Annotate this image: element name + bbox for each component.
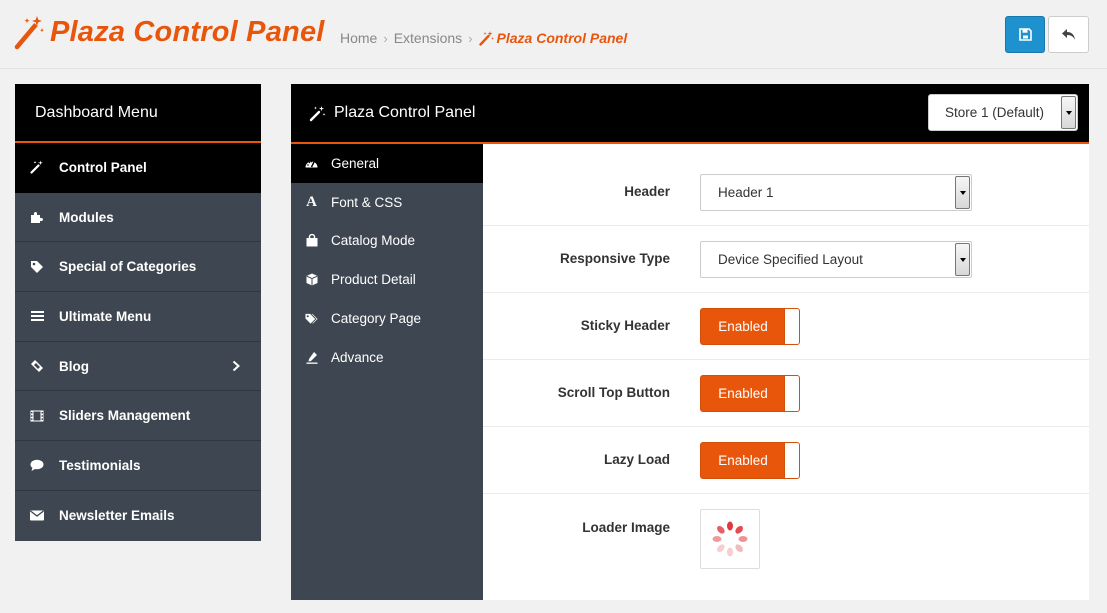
ticket-icon bbox=[30, 359, 44, 373]
reply-arrow-icon bbox=[1062, 29, 1075, 40]
loader-image-label: Loader Image bbox=[582, 520, 670, 535]
toggle-state: Enabled bbox=[718, 453, 768, 468]
page-title: Plaza Control Panel bbox=[50, 15, 325, 48]
tab-product-detail[interactable]: Product Detail bbox=[291, 260, 483, 299]
sidebar-item-blog[interactable]: Blog bbox=[15, 342, 261, 392]
lazy-load-toggle[interactable]: Enabled bbox=[700, 442, 800, 479]
scroll-top-button-label: Scroll Top Button bbox=[557, 385, 670, 400]
sidebar-item-label: Blog bbox=[59, 358, 89, 374]
sidebar-item-label: Modules bbox=[59, 209, 114, 225]
store-select-value: Store 1 (Default) bbox=[945, 105, 1045, 120]
tags-icon bbox=[305, 312, 318, 325]
tab-category-page[interactable]: Category Page bbox=[291, 299, 483, 338]
form-row-sticky-header: Sticky Header Enabled bbox=[483, 293, 1089, 360]
tab-general[interactable]: General bbox=[291, 144, 483, 183]
toggle-knob bbox=[784, 309, 799, 344]
store-select[interactable]: Store 1 (Default) bbox=[928, 94, 1078, 131]
sidebar-item-testimonials[interactable]: Testimonials bbox=[15, 441, 261, 491]
floppy-disk-icon bbox=[1018, 28, 1032, 41]
responsive-type-select[interactable]: Device Specified Layout bbox=[700, 241, 972, 278]
tab-advance[interactable]: Advance bbox=[291, 338, 483, 377]
breadcrumb-separator: › bbox=[383, 30, 388, 46]
sidebar-item-control-panel[interactable]: Control Panel bbox=[15, 143, 261, 193]
spinner-icon bbox=[712, 521, 748, 557]
tab-label: Category Page bbox=[331, 311, 422, 327]
font-icon: A bbox=[306, 193, 317, 210]
tag-icon bbox=[30, 260, 44, 274]
sidebar-item-label: Testimonials bbox=[59, 457, 141, 473]
shopping-bag-icon bbox=[305, 234, 318, 247]
breadcrumb: Home › Extensions › Plaza Control Panel bbox=[340, 30, 627, 46]
tab-label: Advance bbox=[331, 349, 384, 365]
dropdown-arrow-icon bbox=[955, 243, 970, 276]
loader-image-thumbnail[interactable] bbox=[700, 509, 760, 569]
header-select[interactable]: Header 1 bbox=[700, 174, 972, 211]
puzzle-icon bbox=[30, 210, 44, 224]
toggle-knob bbox=[784, 376, 799, 411]
toggle-knob bbox=[784, 443, 799, 478]
tab-catalog-mode[interactable]: Catalog Mode bbox=[291, 222, 483, 261]
breadcrumb-current[interactable]: Plaza Control Panel bbox=[478, 30, 628, 46]
form-row-scroll-top-button: Scroll Top Button Enabled bbox=[483, 360, 1089, 427]
toggle-state: Enabled bbox=[718, 319, 768, 334]
sidebar-item-ultimate-menu[interactable]: Ultimate Menu bbox=[15, 292, 261, 342]
panel-header: Plaza Control Panel Store 1 (Default) bbox=[291, 84, 1089, 144]
general-settings-form: Header Header 1 Responsive Type Device S… bbox=[483, 144, 1089, 600]
chevron-right-icon bbox=[232, 360, 240, 372]
magic-wand-icon bbox=[30, 160, 44, 174]
responsive-type-select-value: Device Specified Layout bbox=[718, 252, 863, 267]
tab-label: General bbox=[331, 155, 380, 171]
dashboard-menu-title: Dashboard Menu bbox=[15, 84, 261, 143]
dropdown-arrow-icon bbox=[955, 176, 970, 209]
form-row-responsive-type: Responsive Type Device Specified Layout bbox=[483, 226, 1089, 293]
magic-wand-icon bbox=[309, 105, 326, 121]
lazy-load-label: Lazy Load bbox=[603, 452, 670, 467]
envelope-icon bbox=[30, 509, 44, 523]
sticky-header-label: Sticky Header bbox=[580, 318, 670, 333]
tab-label: Font & CSS bbox=[331, 194, 403, 210]
dropdown-arrow-icon bbox=[1061, 96, 1076, 129]
cube-icon bbox=[305, 273, 318, 286]
comment-icon bbox=[30, 458, 44, 472]
brand: Plaza Control Panel bbox=[14, 14, 325, 50]
magic-wand-icon bbox=[14, 16, 44, 50]
dashboard-menu: Dashboard Menu Control Panel Modules Spe… bbox=[15, 84, 261, 541]
bars-icon bbox=[30, 309, 44, 323]
sidebar-item-label: Special of Categories bbox=[59, 259, 197, 275]
responsive-type-label: Responsive Type bbox=[559, 251, 670, 266]
breadcrumb-extensions[interactable]: Extensions bbox=[394, 30, 462, 46]
breadcrumb-current-label: Plaza Control Panel bbox=[496, 30, 628, 46]
tab-label: Product Detail bbox=[331, 272, 416, 288]
header-label: Header bbox=[624, 184, 670, 199]
film-icon bbox=[30, 409, 44, 423]
sidebar-item-label: Ultimate Menu bbox=[59, 308, 152, 324]
eyedropper-icon bbox=[305, 351, 318, 364]
magic-wand-icon bbox=[478, 31, 494, 46]
form-row-header: Header Header 1 bbox=[483, 144, 1089, 226]
sidebar-item-label: Newsletter Emails bbox=[59, 508, 175, 524]
save-button[interactable] bbox=[1005, 16, 1045, 53]
sidebar-item-sliders-management[interactable]: Sliders Management bbox=[15, 391, 261, 442]
sidebar-item-newsletter-emails[interactable]: Newsletter Emails bbox=[15, 491, 261, 541]
sidebar-item-modules[interactable]: Modules bbox=[15, 193, 261, 243]
back-button[interactable] bbox=[1048, 16, 1089, 53]
sticky-header-toggle[interactable]: Enabled bbox=[700, 308, 800, 345]
sidebar-item-label: Control Panel bbox=[59, 159, 147, 175]
header-select-value: Header 1 bbox=[718, 185, 774, 200]
breadcrumb-home[interactable]: Home bbox=[340, 30, 377, 46]
tab-font-css[interactable]: A Font & CSS bbox=[291, 183, 483, 222]
tab-label: Catalog Mode bbox=[331, 233, 416, 249]
panel-title: Plaza Control Panel bbox=[334, 104, 476, 121]
form-row-loader-image: Loader Image bbox=[483, 494, 1089, 600]
control-panel: Plaza Control Panel Store 1 (Default) Ge… bbox=[291, 84, 1089, 600]
toggle-state: Enabled bbox=[718, 386, 768, 401]
sidebar-item-label: Sliders Management bbox=[59, 408, 191, 424]
settings-tabs: General A Font & CSS Catalog Mode Produc… bbox=[291, 144, 483, 600]
sidebar-item-special-of-categories[interactable]: Special of Categories bbox=[15, 242, 261, 293]
page-header: Plaza Control Panel Home › Extensions › … bbox=[0, 0, 1107, 69]
scroll-top-button-toggle[interactable]: Enabled bbox=[700, 375, 800, 412]
form-row-lazy-load: Lazy Load Enabled bbox=[483, 427, 1089, 494]
breadcrumb-separator: › bbox=[468, 30, 473, 46]
dashboard-gauge-icon bbox=[305, 157, 318, 170]
